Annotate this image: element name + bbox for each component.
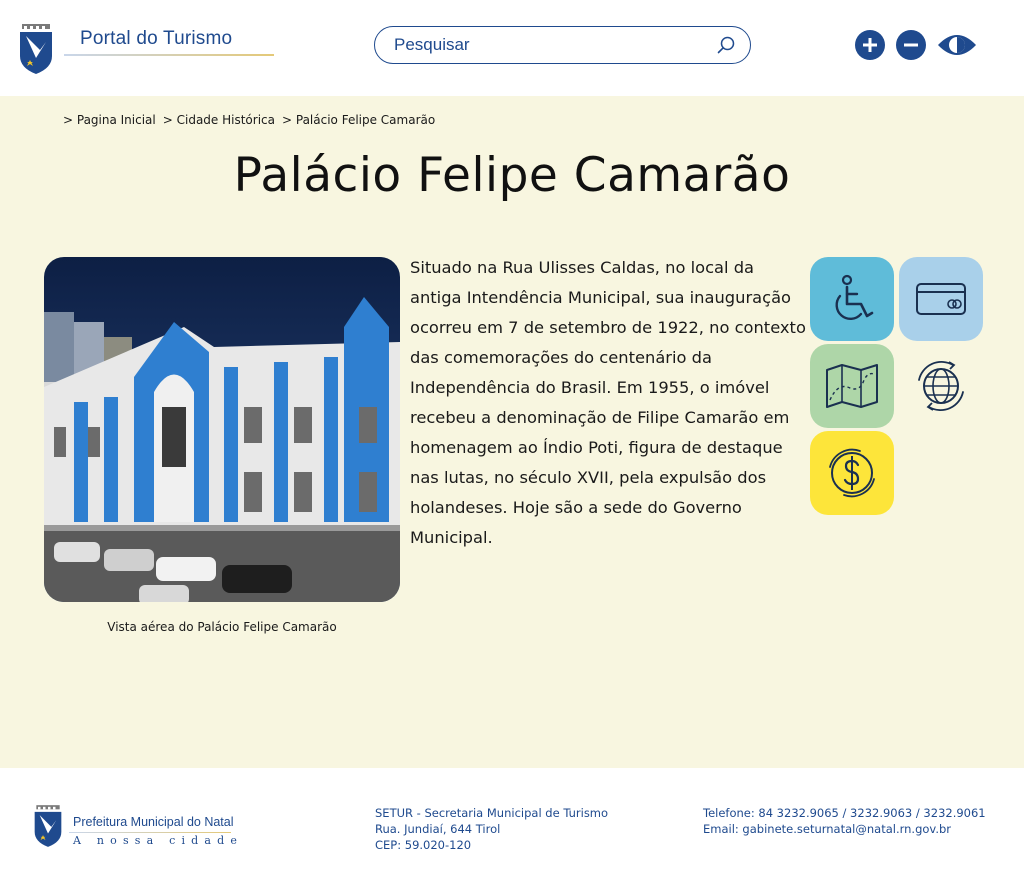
breadcrumb-current: > Palácio Felipe Camarão xyxy=(282,113,436,127)
portal-title: Portal do Turismo xyxy=(80,28,233,49)
minus-icon xyxy=(904,43,918,47)
plus-icon xyxy=(863,38,877,52)
feature-accessibility[interactable] xyxy=(810,257,894,341)
content-area: > Pagina Inicial > Cidade Histórica > Pa… xyxy=(0,96,1024,768)
credit-card-icon xyxy=(916,283,966,315)
palace-illustration xyxy=(44,257,400,602)
breadcrumb-home[interactable]: > Pagina Inicial xyxy=(63,113,156,127)
palace-photo xyxy=(44,257,400,602)
footer-logo-divider xyxy=(69,832,231,833)
feature-currency-exchange[interactable] xyxy=(810,431,894,515)
breadcrumb-historic-city[interactable]: > Cidade Histórica xyxy=(163,113,275,127)
search-bar xyxy=(374,26,751,64)
breadcrumb: > Pagina Inicial > Cidade Histórica > Pa… xyxy=(63,113,442,127)
globe-icon xyxy=(918,361,964,411)
search-input[interactable] xyxy=(394,35,716,55)
footer-address: SETUR - Secretaria Municipal de Turismo … xyxy=(375,805,608,853)
search-icon[interactable] xyxy=(716,35,736,55)
footer-org: SETUR - Secretaria Municipal de Turismo xyxy=(375,806,609,820)
map-icon xyxy=(826,364,878,408)
contrast-toggle-icon[interactable] xyxy=(937,31,977,59)
prefeitura-slogan: A nossa cidade xyxy=(73,834,244,847)
footer-street: Rua. Jundiaí, 644 Tirol xyxy=(375,822,501,836)
prefeitura-title: Prefeitura Municipal do Natal xyxy=(73,815,234,829)
page-title: Palácio Felipe Camarão xyxy=(233,148,791,203)
increase-font-button[interactable] xyxy=(855,30,885,60)
portal-logo[interactable]: Portal do Turismo xyxy=(18,24,274,74)
wheelchair-accessibility-icon xyxy=(835,274,874,321)
footer-cep: CEP: 59.020-120 xyxy=(375,838,472,852)
footer-contact: Telefone: 84 3232.9065 / 3232.9063 / 323… xyxy=(703,805,986,837)
footer-email[interactable]: Email: gabinete.seturnatal@natal.rn.gov.… xyxy=(703,821,986,837)
feature-languages[interactable] xyxy=(899,344,983,428)
photo-caption: Vista aérea do Palácio Felipe Camarão xyxy=(107,620,337,634)
city-crest-icon xyxy=(20,24,52,74)
decrease-font-button[interactable] xyxy=(896,30,926,60)
site-footer: Prefeitura Municipal do Natal A nossa ci… xyxy=(0,768,1024,886)
logo-divider xyxy=(64,54,274,56)
site-header: Portal do Turismo xyxy=(0,0,1024,96)
prefeitura-logo[interactable]: Prefeitura Municipal do Natal A nossa ci… xyxy=(33,804,243,848)
place-description: Situado na Rua Ulisses Caldas, no local … xyxy=(410,258,806,547)
footer-phone: Telefone: 84 3232.9065 / 3232.9063 / 323… xyxy=(703,806,986,820)
accessibility-tools xyxy=(855,30,977,60)
feature-card-payment[interactable] xyxy=(899,257,983,341)
feature-map[interactable] xyxy=(810,344,894,428)
city-crest-icon xyxy=(34,805,62,847)
currency-exchange-icon xyxy=(829,448,875,498)
